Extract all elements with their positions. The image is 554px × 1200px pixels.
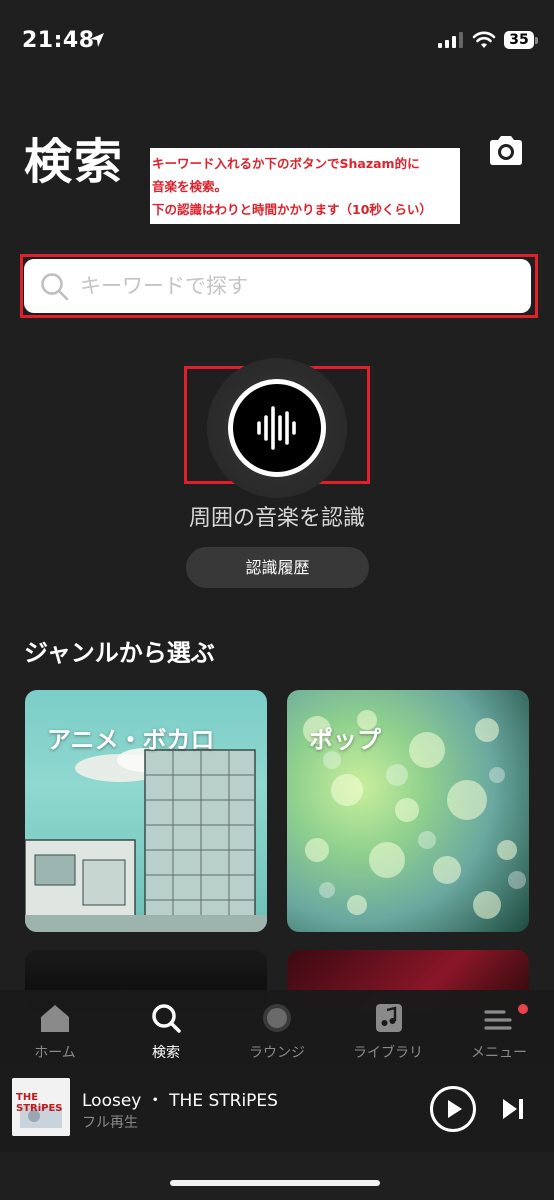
search-bar[interactable] xyxy=(24,259,531,313)
cellular-signal-icon xyxy=(438,32,463,48)
tab-label: メニュー xyxy=(471,1045,527,1061)
track-title: Loosey ・ THE STRiPES xyxy=(82,1091,278,1111)
annotation-line: キーワード入れるか下のボタンでShazam的に xyxy=(152,156,420,171)
home-indicator xyxy=(170,1180,380,1186)
tab-lounge[interactable]: ラウンジ xyxy=(222,990,332,1066)
play-icon xyxy=(448,1100,462,1118)
play-button[interactable] xyxy=(430,1086,476,1132)
genre-label: アニメ・ボカロ xyxy=(47,726,215,754)
recognition-history-button[interactable]: 認識履歴 xyxy=(186,547,369,588)
search-icon xyxy=(152,1004,181,1033)
album-art-text: THE STRiPES xyxy=(16,1092,63,1114)
genre-section-title: ジャンルから選ぶ xyxy=(24,639,215,667)
tab-label: ライブラリ xyxy=(353,1045,423,1061)
mini-player[interactable]: THE STRiPES Loosey ・ THE STRiPES フル再生 xyxy=(0,1066,554,1152)
lounge-icon xyxy=(263,1004,291,1032)
tab-library[interactable]: ライブラリ xyxy=(333,990,443,1066)
search-icon xyxy=(41,273,69,301)
status-time: 21:48 xyxy=(22,28,95,53)
annotation-line: 下の認識はわりと時間かかります（10秒くらい） xyxy=(152,202,432,217)
search-input[interactable] xyxy=(80,259,520,313)
tab-home[interactable]: ホーム xyxy=(0,990,110,1066)
annotation-line: 音楽を検索。 xyxy=(152,179,228,194)
battery-indicator: 35 xyxy=(504,31,534,49)
menu-icon xyxy=(484,1010,512,1030)
wifi-icon xyxy=(472,31,496,48)
tab-search[interactable]: 検索 xyxy=(111,990,221,1066)
tab-menu[interactable]: メニュー xyxy=(444,990,554,1066)
notification-badge xyxy=(518,1004,528,1014)
sound-wave-icon xyxy=(257,406,296,450)
tab-label: ラウンジ xyxy=(249,1045,305,1061)
album-art[interactable]: THE STRiPES xyxy=(12,1078,70,1136)
tab-bar: ホーム 検索 ラウンジ ライブラリ メニュー xyxy=(0,990,554,1066)
battery-tip xyxy=(535,37,538,44)
annotation-note: キーワード入れるか下のボタンでShazam的に 音楽を検索。 下の認識はわりと時… xyxy=(150,148,460,224)
recognize-label: 周囲の音楽を認識 xyxy=(188,506,365,531)
home-icon xyxy=(41,1005,69,1032)
genre-tile-pop[interactable]: ポップ xyxy=(287,690,529,932)
library-icon xyxy=(376,1004,402,1032)
tab-label: 検索 xyxy=(152,1045,180,1061)
track-subtitle: フル再生 xyxy=(82,1115,138,1131)
page-title: 検索 xyxy=(24,134,125,190)
genre-label: ポップ xyxy=(309,726,381,754)
location-arrow-icon xyxy=(90,33,104,47)
camera-icon[interactable] xyxy=(486,134,526,168)
genre-tile-anime[interactable]: アニメ・ボカロ xyxy=(25,690,267,932)
skip-next-icon[interactable] xyxy=(500,1096,526,1122)
status-bar: 21:48 35 xyxy=(0,0,554,80)
tab-label: ホーム xyxy=(34,1045,76,1061)
